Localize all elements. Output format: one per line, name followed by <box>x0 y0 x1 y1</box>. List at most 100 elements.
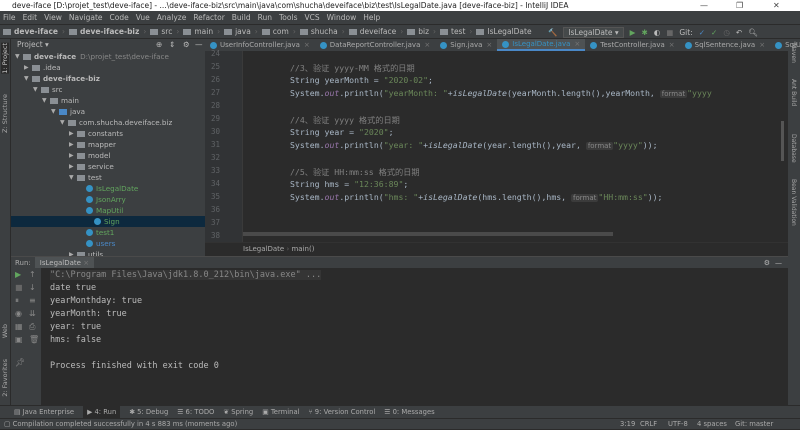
soft-wrap-icon[interactable]: ≡ <box>29 296 36 305</box>
menu-build[interactable]: Build <box>232 11 251 24</box>
tree-node[interactable]: ▶ constants <box>69 128 123 139</box>
tool-tab[interactable]: ✱ 5: Debug <box>129 406 168 418</box>
scroll-to-end-icon[interactable]: ⇊ <box>29 309 36 318</box>
editor-tab[interactable]: UserInfoController.java × <box>205 39 315 51</box>
menu-vcs[interactable]: VCS <box>304 11 319 24</box>
tool-tab[interactable]: ▤ Java Enterprise <box>14 406 74 418</box>
encoding[interactable]: UTF-8 <box>668 419 688 430</box>
breadcrumb-item[interactable]: deve-iface <box>3 27 58 36</box>
layout-icon[interactable]: ▦ <box>15 322 23 331</box>
menu-run[interactable]: Run <box>258 11 272 24</box>
down-icon[interactable]: ↓ <box>29 283 36 292</box>
tool-tab[interactable]: ▣ Terminal <box>262 406 299 418</box>
expanded-arrow-icon[interactable]: ▼ <box>69 172 77 183</box>
tree-node[interactable]: IsLegalDate <box>78 183 138 194</box>
collapsed-arrow-icon[interactable]: ▶ <box>69 150 77 161</box>
tree-node[interactable]: ▶ service <box>69 161 114 172</box>
expanded-arrow-icon[interactable]: ▼ <box>15 51 23 62</box>
code-editor[interactable]: //3、验证 yyyy-MM 格式的日期 String yearMonth = … <box>243 51 788 242</box>
print-icon[interactable]: ⎙ <box>29 322 35 332</box>
menu-edit[interactable]: Edit <box>23 11 38 24</box>
close-button[interactable]: ✕ <box>773 0 780 11</box>
tool-tab[interactable]: ▶ 4: Run <box>83 406 121 418</box>
expanded-arrow-icon[interactable]: ▼ <box>51 106 59 117</box>
favorites-tool-button[interactable]: 2: Favorites <box>1 359 9 397</box>
menu-analyze[interactable]: Analyze <box>157 11 187 24</box>
collapsed-arrow-icon[interactable]: ▶ <box>69 161 77 172</box>
tree-node[interactable]: ▼ com.shucha.deveiface.biz <box>60 117 172 128</box>
tree-node[interactable]: users <box>78 238 115 249</box>
menu-navigate[interactable]: Navigate <box>69 11 103 24</box>
pause-icon[interactable]: ⏸ <box>15 296 19 306</box>
breadcrumb-item[interactable]: deveiface <box>348 27 396 36</box>
run-tab[interactable]: IsLegalDate × <box>34 257 95 268</box>
close-tab-icon[interactable]: × <box>486 39 492 51</box>
editor-tab[interactable]: SqlSentence.java × <box>680 39 770 51</box>
tool-tab[interactable]: ❦ Spring <box>223 406 253 418</box>
vcs-branch[interactable]: Git: master <box>735 419 773 430</box>
vertical-scrollbar[interactable] <box>781 121 784 161</box>
git-commit-icon[interactable]: ✓ <box>711 28 717 37</box>
menu-help[interactable]: Help <box>363 11 380 24</box>
collapsed-arrow-icon[interactable]: ▶ <box>69 249 77 256</box>
horizontal-scrollbar[interactable] <box>243 232 613 236</box>
tree-node[interactable]: ▶ utils <box>69 249 103 256</box>
collapse-icon[interactable]: ⇕ <box>169 39 175 51</box>
breadcrumb-item[interactable]: deve-iface-biz <box>68 27 139 36</box>
locate-icon[interactable]: ⊕ <box>156 39 162 51</box>
tool-tab[interactable]: ☰ 0: Messages <box>384 406 434 418</box>
crumb-class[interactable]: IsLegalDate <box>243 245 284 253</box>
close-tab-icon[interactable]: × <box>424 39 430 51</box>
bean-validation-tool-button[interactable]: Bean Validation <box>790 179 797 226</box>
breadcrumb-item[interactable]: biz <box>407 27 429 36</box>
tool-tab[interactable]: ☰ 6: TODO <box>177 406 214 418</box>
editor-tab[interactable]: DataReportController.java × <box>315 39 435 51</box>
editor-tab[interactable]: TestController.java × <box>585 39 679 51</box>
breadcrumb-item[interactable]: main <box>183 27 213 36</box>
menu-code[interactable]: Code <box>110 11 129 24</box>
collapsed-arrow-icon[interactable]: ▶ <box>69 139 77 150</box>
git-history-icon[interactable]: ◷ <box>723 28 730 37</box>
trash-icon[interactable]: 🗑︎ <box>29 335 39 344</box>
cursor-position[interactable]: 3:19 <box>620 419 635 430</box>
collapsed-arrow-icon[interactable]: ▶ <box>69 128 77 139</box>
expanded-arrow-icon[interactable]: ▼ <box>42 95 50 106</box>
undo-icon[interactable]: ↶ <box>736 28 742 37</box>
expanded-arrow-icon[interactable]: ▼ <box>24 73 32 84</box>
structure-tool-button[interactable]: Z: Structure <box>1 94 9 133</box>
indent[interactable]: 4 spaces <box>697 419 727 430</box>
breadcrumb-item[interactable]: test <box>440 27 465 36</box>
build-icon[interactable]: 🔨 <box>548 28 557 37</box>
expanded-arrow-icon[interactable]: ▼ <box>33 84 41 95</box>
stop-icon[interactable]: ■ <box>666 28 673 37</box>
tree-node[interactable]: ▶ mapper <box>69 139 116 150</box>
breadcrumb-item[interactable]: com <box>261 27 289 36</box>
menu-tools[interactable]: Tools <box>279 11 297 24</box>
menu-refactor[interactable]: Refactor <box>193 11 224 24</box>
breadcrumb-item[interactable]: src <box>150 27 172 36</box>
close-tab-icon[interactable]: × <box>759 39 765 51</box>
menu-vue[interactable]: Vue <box>136 11 150 24</box>
debug-icon[interactable]: ✱ <box>641 28 647 37</box>
editor-tab[interactable]: Sign.java × <box>435 39 497 51</box>
tree-node[interactable]: ▼ deve-iface D:\projet_test\deve-iface <box>15 51 169 62</box>
up-icon[interactable]: ↑ <box>29 270 36 279</box>
project-tool-button[interactable]: 1: Project <box>1 43 9 74</box>
tree-node[interactable]: MapUtil <box>78 205 123 216</box>
restore-layout-icon[interactable]: ▣ <box>15 335 23 344</box>
editor-tab[interactable]: IsLegalDate.java × <box>497 39 586 51</box>
expanded-arrow-icon[interactable]: ▼ <box>60 117 68 128</box>
maximize-button[interactable]: ❐ <box>736 0 743 11</box>
collapsed-arrow-icon[interactable]: ▶ <box>24 62 32 73</box>
coverage-icon[interactable]: ◐ <box>654 28 661 37</box>
project-view-select[interactable]: Project ▾ <box>17 40 49 49</box>
tree-node[interactable]: ▶ model <box>69 150 110 161</box>
close-tab-icon[interactable]: × <box>304 39 310 51</box>
tree-node[interactable]: JsonArry <box>78 194 126 205</box>
tree-node[interactable]: ▼ test <box>69 172 102 183</box>
close-tab-icon[interactable]: × <box>669 39 675 51</box>
run-config-select[interactable]: IsLegalDate ▾ <box>563 27 624 38</box>
search-icon[interactable]: 🔍︎ <box>748 28 758 37</box>
hide-icon[interactable]: — <box>195 39 203 51</box>
pin-icon[interactable]: 📌︎ <box>15 358 25 367</box>
